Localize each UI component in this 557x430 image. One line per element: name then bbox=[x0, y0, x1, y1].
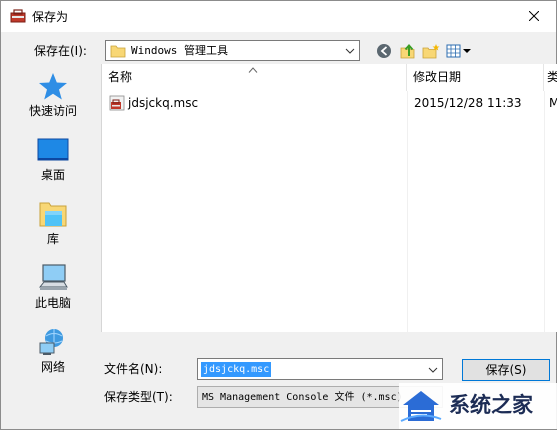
mmc-toolbox-icon bbox=[10, 9, 26, 23]
save-in-label: 保存在(I): bbox=[34, 44, 87, 58]
file-row[interactable]: jdsjckq.msc 2015/12/28 11:33 M bbox=[108, 93, 557, 113]
watermark-text: 系统之家 bbox=[449, 393, 533, 417]
file-list[interactable]: 名称 修改日期 类 jdsjckq.msc 2015/12/28 11:33 M bbox=[101, 64, 557, 332]
horizontal-scrollbar[interactable] bbox=[101, 332, 556, 349]
up-folder-icon[interactable] bbox=[399, 43, 417, 59]
view-menu-icon[interactable] bbox=[446, 43, 472, 59]
place-label: 快速访问 bbox=[28, 104, 77, 118]
file-modified: 2015/12/28 11:33 bbox=[414, 96, 522, 110]
sort-up-icon bbox=[248, 67, 258, 73]
folder-icon bbox=[110, 45, 126, 58]
place-label: 库 bbox=[46, 232, 59, 246]
close-icon bbox=[528, 11, 539, 21]
new-folder-icon[interactable] bbox=[422, 43, 440, 59]
watermark: 系统之家 bbox=[399, 383, 557, 429]
file-name-label: 文件名(N): bbox=[104, 362, 163, 376]
chevron-down-icon[interactable] bbox=[428, 363, 438, 377]
save-button[interactable]: 保存(S) bbox=[462, 359, 550, 381]
places-bar: 快速访问 桌面 库 此电脑 网络 bbox=[15, 67, 91, 387]
network-icon bbox=[39, 329, 63, 355]
save-type-value: MS Management Console 文件 (*.msc) bbox=[202, 392, 403, 403]
column-divider bbox=[544, 91, 545, 332]
place-label: 此电脑 bbox=[34, 296, 71, 310]
place-label: 桌面 bbox=[40, 168, 65, 182]
column-header-type[interactable]: 类 bbox=[544, 64, 557, 91]
close-button[interactable] bbox=[511, 1, 556, 31]
back-arrow-icon[interactable] bbox=[376, 43, 394, 59]
column-name-label: 名称 bbox=[108, 70, 133, 84]
column-type-label: 类 bbox=[547, 70, 557, 84]
chevron-down-icon bbox=[345, 48, 355, 54]
place-quick-access[interactable]: 快速访问 bbox=[15, 67, 91, 123]
place-network[interactable]: 网络 bbox=[15, 323, 91, 379]
title-bar: 保存为 bbox=[1, 1, 556, 32]
file-name-value: jdsjckq.msc bbox=[201, 362, 272, 377]
house-logo-icon bbox=[400, 391, 442, 422]
library-icon bbox=[39, 202, 67, 227]
save-as-dialog: 保存为 保存在(I): Windows 管理工具 快速访问 桌面 库 此电脑 网… bbox=[0, 0, 557, 430]
star-icon bbox=[39, 73, 67, 100]
save-in-location: Windows 管理工具 bbox=[131, 44, 228, 57]
place-this-pc[interactable]: 此电脑 bbox=[15, 259, 91, 315]
file-type: M bbox=[549, 95, 557, 111]
place-label: 网络 bbox=[40, 360, 65, 374]
file-name: jdsjckq.msc bbox=[128, 96, 199, 110]
column-modified-label: 修改日期 bbox=[413, 70, 462, 84]
file-name-input[interactable]: jdsjckq.msc bbox=[197, 358, 443, 380]
computer-icon bbox=[38, 264, 68, 290]
column-header-name[interactable]: 名称 bbox=[102, 64, 407, 91]
msc-file-icon bbox=[109, 95, 125, 111]
save-in-dropdown[interactable]: Windows 管理工具 bbox=[105, 40, 360, 61]
save-type-label: 保存类型(T): bbox=[104, 390, 173, 404]
column-header-modified[interactable]: 修改日期 bbox=[407, 64, 544, 91]
place-desktop[interactable]: 桌面 bbox=[15, 131, 91, 187]
place-library[interactable]: 库 bbox=[15, 195, 91, 251]
column-divider bbox=[407, 91, 408, 332]
desktop-icon bbox=[37, 138, 69, 161]
dialog-title: 保存为 bbox=[32, 10, 69, 24]
